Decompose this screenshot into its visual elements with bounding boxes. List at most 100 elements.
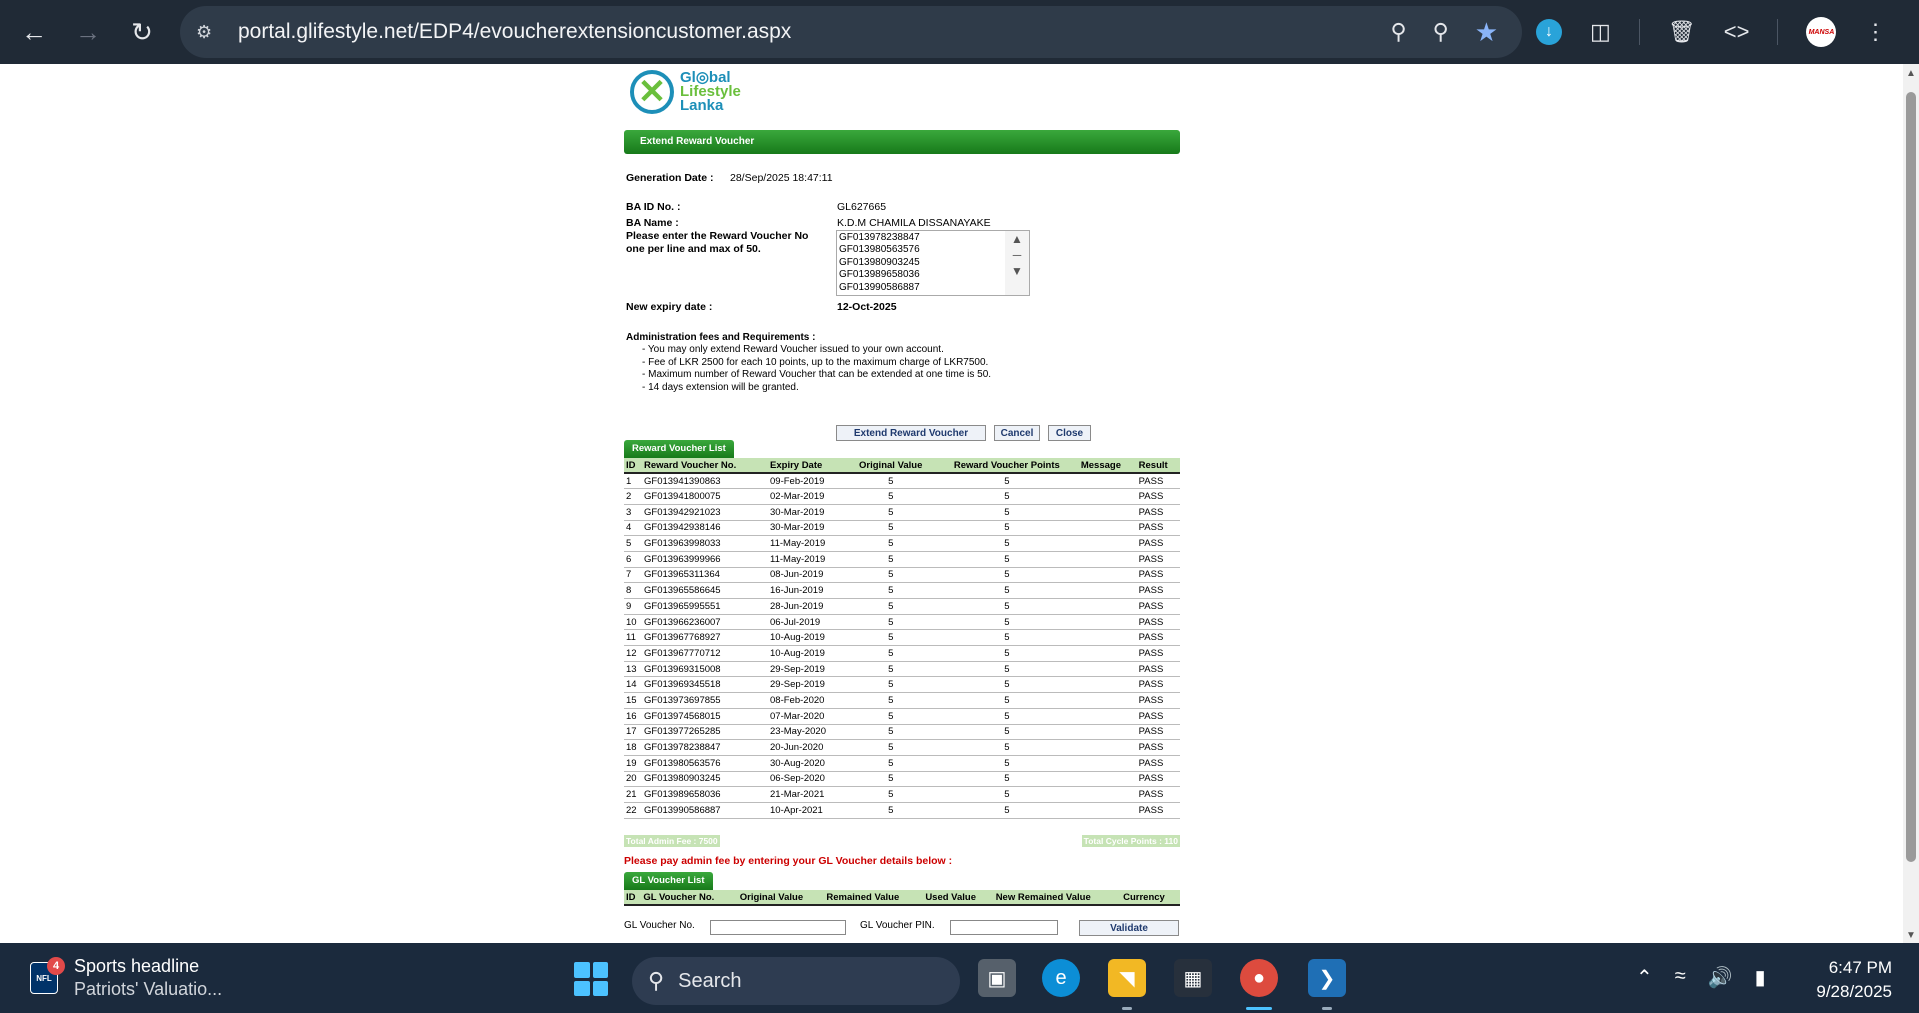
table-cell: GF013974568015 [642, 708, 769, 725]
validate-button[interactable]: Validate [1079, 920, 1179, 936]
cancel-button[interactable]: Cancel [994, 425, 1040, 441]
table-cell: 5 [846, 661, 935, 678]
table-cell: 23-May-2020 [768, 724, 847, 741]
table-cell: 8 [624, 582, 642, 599]
new-expiry-value: 12-Oct-2025 [837, 301, 897, 313]
voucher-textarea[interactable]: GF013978238847 GF013980563576 GF01398090… [836, 230, 1030, 296]
volume-icon[interactable]: 🔊 [1708, 965, 1733, 990]
microsoft-store-icon[interactable]: ▦ [1174, 959, 1212, 997]
table-row: 2 GF013941800075 02-Mar-2019 5 5 PASS [624, 488, 1180, 505]
voucher-line: GF013980563576 [839, 244, 920, 256]
edge-browser-icon[interactable]: e [1042, 959, 1080, 997]
download-icon[interactable]: ↓ [1536, 19, 1562, 45]
trash-icon[interactable]: 🗑 [1668, 19, 1696, 45]
table-cell: 5 [934, 520, 1079, 537]
reload-icon[interactable]: ↻ [120, 10, 164, 54]
toolbar-divider [1777, 19, 1779, 45]
gl-voucher-table: ID GL Voucher No. Original Value Remaine… [624, 890, 1180, 906]
table-cell: PASS [1136, 739, 1180, 756]
site-settings-icon[interactable]: ⚙ [196, 22, 224, 43]
forward-icon[interactable]: → [66, 10, 110, 54]
taskbar-search[interactable]: ⚲ Search [632, 957, 960, 1005]
clock-time: 6:47 PM [1828, 958, 1892, 977]
table-row: 18 GF013978238847 20-Jun-2020 5 5 PASS [624, 739, 1180, 756]
code-icon[interactable]: <> [1724, 19, 1750, 45]
browser-toolbar: ← → ↻ ⚙ portal.glifestyle.net/EDP4/evouc… [0, 0, 1919, 64]
table-cell: 5 [934, 724, 1079, 741]
taskbar-clock[interactable]: 6:47 PM 9/28/2025 [1800, 956, 1892, 1004]
table-cell: 5 [934, 535, 1079, 552]
zoom-icon[interactable]: ⚲ [1433, 19, 1449, 45]
running-indicator [1122, 1007, 1132, 1010]
table-cell [1078, 771, 1137, 788]
file-explorer-icon[interactable]: ◥ [1108, 959, 1146, 997]
chrome-icon[interactable]: ● [1240, 959, 1278, 997]
column-header: Expiry Date [768, 458, 847, 474]
notification-badge: 4 [47, 957, 65, 975]
page-scrollbar[interactable]: ▲ ▼ [1903, 64, 1919, 943]
profile-avatar[interactable]: MANSA [1806, 17, 1837, 47]
start-button[interactable] [574, 962, 608, 996]
address-bar[interactable]: ⚙ portal.glifestyle.net/EDP4/evoucherext… [180, 6, 1522, 58]
logo-mark-icon: ✕ [630, 70, 674, 114]
table-cell: 5 [934, 488, 1079, 505]
table-row: 12 GF013967770712 10-Aug-2019 5 5 PASS [624, 645, 1180, 662]
news-widget[interactable]: NFL 4 Sports headline Patriots' Valuatio… [30, 955, 222, 1001]
system-tray: ⌃ ≈ 🔊 ▮ [1636, 965, 1766, 990]
battery-icon[interactable]: ▮ [1755, 965, 1766, 990]
vscode-icon[interactable]: ❯ [1308, 959, 1346, 997]
url-text[interactable]: portal.glifestyle.net/EDP4/evoucherexten… [238, 20, 791, 44]
tab-reward-voucher-list[interactable]: Reward Voucher List [624, 440, 734, 458]
table-cell: 14 [624, 676, 642, 694]
table-row: 9 GF013965995551 28-Jun-2019 5 5 PASS [624, 598, 1180, 615]
textarea-scrollbar[interactable]: ▲ ─ ▼ [1005, 231, 1029, 295]
table-row: 17 GF013977265285 23-May-2020 5 5 PASS [624, 724, 1180, 741]
gl-voucher-no-input[interactable] [710, 920, 846, 935]
table-cell [1078, 535, 1137, 552]
extend-voucher-button[interactable]: Extend Reward Voucher [836, 425, 986, 441]
table-cell: GF013965586645 [642, 582, 769, 599]
table-cell: GF013965311364 [642, 567, 769, 584]
table-row: 8 GF013965586645 16-Jun-2019 5 5 PASS [624, 582, 1180, 599]
table-cell: 29-Sep-2019 [768, 676, 847, 694]
table-cell: 5 [846, 755, 935, 772]
table-cell: 5 [934, 551, 1079, 568]
back-icon[interactable]: ← [12, 10, 56, 54]
gl-voucher-no-label: GL Voucher No. [624, 920, 695, 931]
column-header: Currency [1121, 890, 1180, 906]
column-header: Original Value [846, 458, 935, 474]
scroll-thumb[interactable] [1906, 92, 1916, 862]
table-cell: 30-Mar-2019 [768, 504, 847, 521]
clock-date: 9/28/2025 [1816, 982, 1892, 1001]
table-cell: 5 [934, 598, 1079, 615]
table-cell: 5 [934, 504, 1079, 521]
tab-gl-voucher-list[interactable]: GL Voucher List [624, 872, 713, 890]
chevron-up-icon[interactable]: ⌃ [1636, 965, 1653, 990]
table-cell [1078, 708, 1137, 725]
gl-voucher-pin-input[interactable] [950, 920, 1058, 935]
page-viewport: ✕ Gl◎bal Lifestyle Lanka Extend Reward V… [0, 64, 1919, 943]
extensions-icon[interactable]: ◫ [1590, 19, 1611, 45]
table-cell: 5 [846, 771, 935, 788]
wifi-icon[interactable]: ≈ [1675, 965, 1686, 990]
password-key-icon[interactable]: ⚲ [1390, 19, 1406, 45]
menu-kebab-icon[interactable]: ⋮ [1864, 19, 1886, 45]
task-view-icon[interactable]: ▣ [978, 959, 1016, 997]
table-row: 19 GF013980563576 30-Aug-2020 5 5 PASS [624, 755, 1180, 772]
table-cell [1078, 582, 1137, 599]
table-cell: 02-Mar-2019 [768, 488, 847, 505]
generation-date-label: Generation Date : [626, 172, 714, 184]
table-cell [1078, 504, 1137, 521]
table-cell: 5 [846, 504, 935, 521]
table-cell: GF013978238847 [642, 739, 769, 756]
table-cell: 20-Jun-2020 [768, 739, 847, 756]
table-row: 6 GF013963999966 11-May-2019 5 5 PASS [624, 551, 1180, 568]
bookmark-star-icon[interactable]: ★ [1475, 17, 1498, 48]
close-button[interactable]: Close [1048, 425, 1091, 441]
table-cell [1078, 645, 1137, 662]
table-row: 4 GF013942938146 30-Mar-2019 5 5 PASS [624, 520, 1180, 537]
table-cell: 5 [846, 551, 935, 568]
windows-taskbar: NFL 4 Sports headline Patriots' Valuatio… [0, 943, 1919, 1013]
scroll-down-icon[interactable]: ▼ [1905, 930, 1917, 941]
scroll-up-icon[interactable]: ▲ [1905, 68, 1917, 79]
